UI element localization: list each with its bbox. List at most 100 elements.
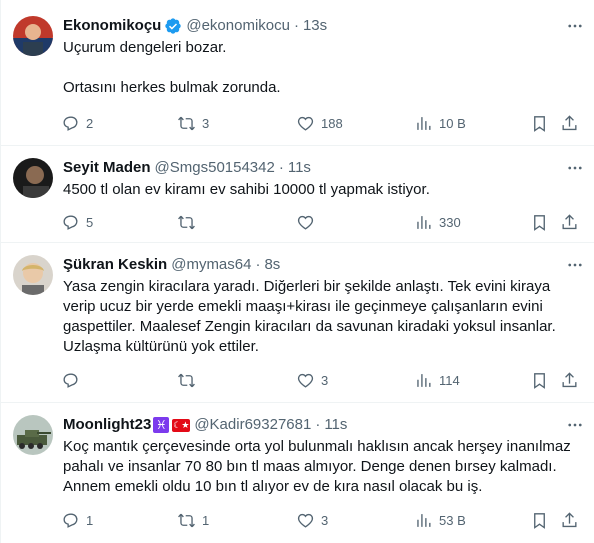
share-icon — [562, 371, 577, 387]
tweet-text-body: Uçurum dengeleri bozar. Ortasını herkes … — [63, 39, 281, 96]
tweet-time[interactable]: 11s — [324, 415, 347, 435]
like-icon — [297, 215, 314, 230]
author-name[interactable]: Moonlight23 — [63, 415, 151, 435]
separator-dot: · — [293, 17, 299, 34]
views-icon — [417, 373, 431, 387]
like-button[interactable]: 188 — [296, 113, 343, 133]
bookmark-button[interactable] — [530, 113, 549, 133]
tweet-actions: 1 1 3 53 B — [51, 510, 594, 530]
share-button[interactable] — [560, 370, 579, 390]
reply-count: 1 — [86, 512, 94, 528]
bookmark-button[interactable] — [530, 510, 549, 530]
reply-icon — [63, 372, 78, 388]
author-handle[interactable]: @ekonomikocu — [186, 16, 290, 36]
like-count: 3 — [321, 512, 329, 528]
views-icon — [417, 116, 431, 130]
share-icon — [562, 213, 577, 229]
share-button[interactable] — [560, 510, 579, 530]
like-button[interactable]: 3 — [296, 370, 328, 390]
tweet-time[interactable]: 8s — [264, 255, 280, 275]
avatar[interactable] — [13, 415, 53, 455]
tweet-text: Koç mantık çerçevesinde orta yol bulunma… — [63, 437, 581, 497]
like-icon — [297, 116, 314, 131]
views-count: 10 B — [439, 115, 466, 131]
views-button[interactable]: 330 — [414, 212, 461, 232]
like-count: 3 — [321, 372, 329, 388]
retweet-button[interactable]: 3 — [177, 113, 209, 133]
reply-icon — [63, 115, 78, 131]
reply-button[interactable] — [61, 370, 86, 390]
share-button[interactable] — [560, 113, 579, 133]
tweet[interactable]: Moonlight23 ♓ ☾★ @Kadir69327681 · 11s Ko… — [1, 403, 594, 543]
reply-button[interactable]: 5 — [61, 212, 93, 232]
separator-dot: · — [278, 159, 284, 176]
tweet-text: Uçurum dengeleri bozar. Ortasını herkes … — [63, 38, 581, 98]
tweet-text-body: Koç mantık çerçevesinde orta yol bulunma… — [63, 438, 575, 495]
tweet[interactable]: Şükran Keskin @mymas64 · 8s Yasa zengin … — [1, 243, 594, 403]
retweet-icon — [178, 513, 195, 527]
reply-icon — [63, 214, 78, 230]
views-button[interactable]: 53 B — [414, 510, 466, 530]
tweet-text-body: Yasa zengin kiracılara yaradı. Diğerleri… — [63, 278, 560, 355]
reply-count: 5 — [86, 214, 94, 230]
bookmark-icon — [534, 214, 545, 231]
author-handle[interactable]: @Kadir69327681 — [194, 415, 311, 435]
author-name[interactable]: Ekonomikoçu — [63, 16, 161, 36]
bookmark-button[interactable] — [530, 370, 549, 390]
avatar[interactable] — [13, 158, 53, 198]
bookmark-icon — [534, 372, 545, 389]
share-button[interactable] — [560, 212, 579, 232]
share-icon — [562, 114, 577, 130]
author-handle[interactable]: @Smgs50154342 — [155, 158, 275, 178]
bookmark-button[interactable] — [530, 212, 549, 232]
share-icon — [562, 511, 577, 527]
pisces-emoji: ♓ — [153, 417, 170, 433]
retweet-button[interactable] — [177, 212, 202, 232]
author-name[interactable]: Şükran Keskin — [63, 255, 167, 275]
tweet-header: Moonlight23 ♓ ☾★ @Kadir69327681 · 11s — [63, 415, 581, 435]
tweet[interactable]: Ekonomikoçu @ekonomikocu · 13s Uçurum de… — [1, 0, 594, 146]
tweet-header: Ekonomikoçu @ekonomikocu · 13s — [63, 16, 581, 36]
author-handle[interactable]: @mymas64 — [171, 255, 251, 275]
retweet-button[interactable]: 1 — [177, 510, 209, 530]
reply-count: 2 — [86, 115, 94, 131]
views-count: 53 B — [439, 512, 466, 528]
tweet-actions: 3 114 — [51, 370, 594, 390]
retweet-button[interactable] — [177, 370, 202, 390]
avatar[interactable] — [13, 255, 53, 295]
turkey-flag-emoji: ☾★ — [172, 418, 191, 432]
reply-button[interactable]: 1 — [61, 510, 93, 530]
tweet-header: Şükran Keskin @mymas64 · 8s — [63, 255, 581, 275]
retweet-icon — [178, 215, 195, 229]
more-icon[interactable] — [565, 415, 585, 435]
retweet-icon — [178, 116, 195, 130]
more-icon[interactable] — [565, 255, 585, 275]
tweet-actions: 5 330 — [51, 212, 594, 232]
bookmark-icon — [534, 512, 545, 529]
like-button[interactable] — [296, 212, 321, 232]
like-button[interactable]: 3 — [296, 510, 328, 530]
tweet-time[interactable]: 13s — [303, 16, 327, 36]
tweet-actions: 2 3 188 10 B — [51, 113, 594, 133]
views-button[interactable]: 114 — [414, 370, 460, 390]
views-count: 114 — [439, 372, 460, 388]
verified-badge-icon — [165, 18, 182, 34]
more-icon[interactable] — [565, 16, 585, 36]
views-button[interactable]: 10 B — [414, 113, 466, 133]
tweet-header: Seyit Maden @Smgs50154342 · 11s — [63, 158, 581, 178]
views-icon — [417, 215, 431, 229]
retweet-icon — [178, 373, 195, 387]
separator-dot: · — [255, 256, 261, 273]
reply-button[interactable]: 2 — [61, 113, 93, 133]
bookmark-icon — [534, 115, 545, 132]
tweet[interactable]: Seyit Maden @Smgs50154342 · 11s 4500 tl … — [1, 146, 594, 243]
like-icon — [297, 373, 314, 388]
views-count: 330 — [439, 214, 461, 230]
avatar[interactable] — [13, 16, 53, 56]
separator-dot: · — [315, 416, 321, 433]
tweet-text: 4500 tl olan ev kiramı ev sahibi 10000 t… — [63, 180, 581, 200]
more-icon[interactable] — [565, 158, 585, 178]
author-name[interactable]: Seyit Maden — [63, 158, 151, 178]
like-icon — [297, 513, 314, 528]
tweet-time[interactable]: 11s — [288, 158, 311, 178]
